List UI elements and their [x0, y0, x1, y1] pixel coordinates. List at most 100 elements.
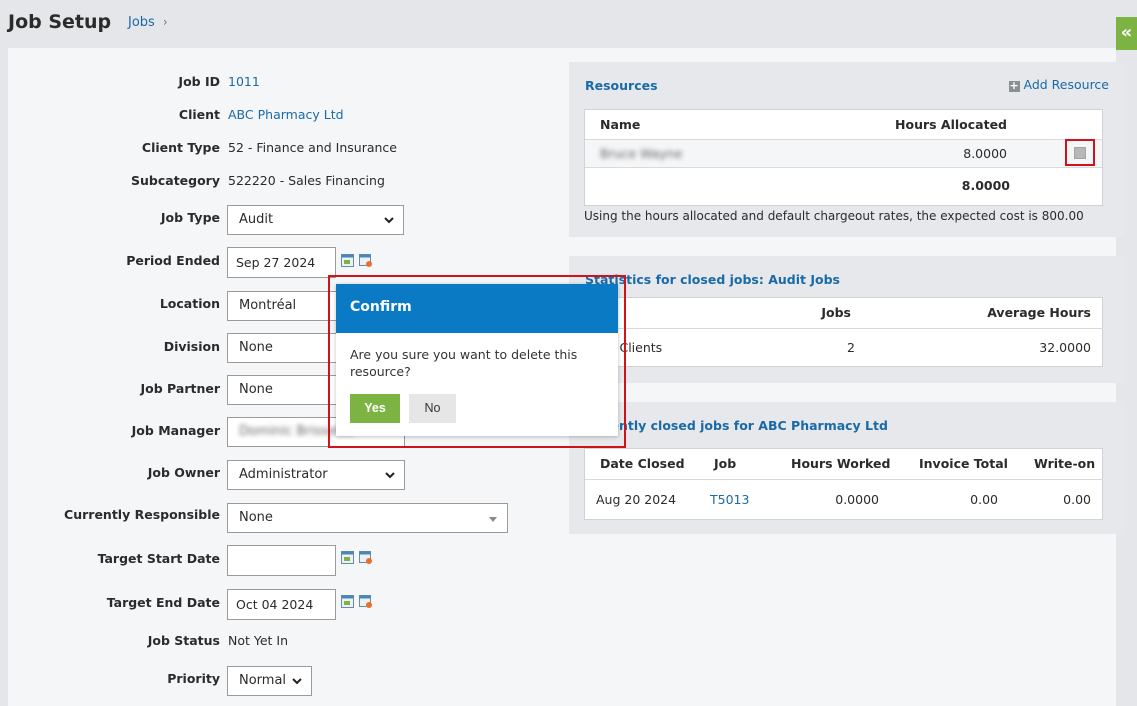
recent-hours-worked: 0.0000: [835, 492, 879, 507]
stats-avg-hours: 32.0000: [1039, 340, 1091, 355]
job-owner-select[interactable]: Administrator: [227, 460, 405, 490]
priority-value: Normal: [239, 673, 287, 688]
recent-invoice-total: 0.00: [970, 492, 998, 507]
priority-select[interactable]: Normal: [227, 666, 312, 696]
division-value: None: [239, 340, 273, 355]
col-name-header: Name: [600, 117, 641, 132]
period-ended-label: Period Ended: [126, 253, 220, 268]
target-end-input[interactable]: Oct 04 2024: [227, 589, 336, 620]
statistics-table: Jobs Average Hours All Clients 2 32.0000: [584, 297, 1103, 367]
col-date-closed-header: Date Closed: [600, 456, 685, 471]
delete-resource-highlight: [1065, 139, 1095, 166]
recent-jobs-table: Date Closed Job Hours Worked Invoice Tot…: [584, 448, 1103, 520]
add-resource-label: Add Resource: [1023, 77, 1110, 92]
client-label: Client: [178, 107, 220, 122]
currently-responsible-label: Currently Responsible: [64, 507, 220, 522]
job-type-label: Job Type: [160, 210, 220, 225]
period-ended-input[interactable]: Sep 27 2024: [227, 247, 336, 278]
target-start-label: Target Start Date: [97, 551, 220, 566]
job-partner-label: Job Partner: [140, 381, 220, 396]
chevron-down-icon: [385, 472, 395, 479]
recent-job-link[interactable]: T5013: [710, 492, 749, 507]
top-bar: Job Setup Jobs ›: [0, 0, 1137, 48]
statistics-panel: Statistics for closed jobs: Audit Jobs J…: [569, 256, 1124, 383]
location-value: Montréal: [239, 298, 297, 313]
job-status-label: Job Status: [147, 633, 220, 648]
breadcrumb-jobs-link[interactable]: Jobs: [128, 15, 155, 30]
chevron-down-icon: [384, 217, 394, 224]
job-status-row: Job Status Not Yet In: [8, 633, 548, 663]
client-type-label: Client Type: [141, 140, 220, 155]
chevron-down-icon: [292, 678, 302, 685]
col-avg-header: Average Hours: [987, 305, 1091, 320]
page-title: Job Setup: [8, 11, 112, 33]
location-select[interactable]: Montréal: [227, 291, 337, 321]
calendar-icon[interactable]: [341, 254, 354, 267]
expected-cost-note: Using the hours allocated and default ch…: [584, 209, 1084, 223]
client-type-row: Client Type 52 - Finance and Insurance: [8, 140, 548, 170]
col-hours-worked-header: Hours Worked: [791, 456, 891, 471]
resources-panel: Resources + Add Resource Name Hours Allo…: [569, 62, 1124, 237]
breadcrumb[interactable]: Jobs ›: [128, 15, 168, 30]
division-label: Division: [163, 339, 220, 354]
col-invoice-total-header: Invoice Total: [919, 456, 1008, 471]
job-type-select[interactable]: Audit: [227, 205, 404, 235]
job-status-value: Not Yet In: [228, 633, 289, 648]
resources-table: Name Hours Allocated Bruce Wayne 8.0000 …: [584, 109, 1103, 206]
double-chevron-left-icon: «: [1120, 22, 1133, 43]
col-jobs-header: Jobs: [821, 305, 851, 320]
client-type-value: 52 - Finance and Insurance: [228, 140, 397, 155]
calendar-clear-icon[interactable]: [359, 551, 372, 564]
priority-label: Priority: [167, 671, 220, 686]
no-button[interactable]: No: [409, 394, 456, 423]
recent-date-closed: Aug 20 2024: [596, 492, 677, 507]
chevron-right-icon: ›: [162, 15, 168, 29]
plus-icon: +: [1008, 79, 1020, 92]
calendar-clear-icon[interactable]: [359, 595, 372, 608]
currently-responsible-value: None: [239, 510, 273, 525]
add-resource-button[interactable]: + Add Resource: [1008, 77, 1110, 92]
job-owner-label: Job Owner: [147, 465, 220, 480]
subcategory-label: Subcategory: [131, 173, 220, 188]
job-manager-label: Job Manager: [131, 423, 220, 438]
target-start-input[interactable]: [227, 545, 336, 576]
job-id-value[interactable]: 1011: [228, 74, 260, 89]
calendar-icon[interactable]: [341, 595, 354, 608]
job-partner-value: None: [239, 382, 273, 397]
client-link[interactable]: ABC Pharmacy Ltd: [228, 107, 344, 122]
dialog-message: Are you sure you want to delete this res…: [350, 347, 578, 379]
caret-down-icon: [489, 517, 497, 522]
job-id-label: Job ID: [178, 74, 220, 89]
calendar-icon[interactable]: [341, 551, 354, 564]
job-owner-value: Administrator: [239, 467, 328, 482]
currently-responsible-select[interactable]: None: [227, 503, 508, 533]
col-write-on-header: Write-on: [1034, 456, 1096, 471]
stats-jobs: 2: [847, 340, 855, 355]
table-row: Bruce Wayne 8.0000: [585, 140, 1102, 167]
recent-jobs-title: Recently closed jobs for ABC Pharmacy Lt…: [585, 418, 888, 433]
job-partner-select[interactable]: None: [227, 375, 337, 405]
dialog-title: Confirm: [336, 284, 618, 333]
recent-jobs-panel: Recently closed jobs for ABC Pharmacy Lt…: [569, 402, 1124, 534]
header-divider: [585, 328, 1102, 329]
target-end-label: Target End Date: [106, 595, 220, 610]
resource-hours: 8.0000: [963, 146, 1007, 161]
job-id-row: Job ID 1011: [8, 74, 548, 104]
client-row: Client ABC Pharmacy Ltd: [8, 107, 548, 137]
calendar-clear-icon[interactable]: [359, 254, 372, 267]
resources-total: 8.0000: [961, 178, 1010, 193]
division-select[interactable]: None: [227, 333, 337, 363]
row-divider: [585, 167, 1102, 168]
job-type-value: Audit: [239, 212, 274, 227]
resource-name: Bruce Wayne: [600, 146, 683, 161]
location-label: Location: [159, 296, 220, 311]
subcategory-row: Subcategory 522220 - Sales Financing: [8, 173, 548, 203]
recent-write-on: 0.00: [1063, 492, 1091, 507]
col-hours-header: Hours Allocated: [895, 117, 1007, 132]
confirm-dialog: Confirm Are you sure you want to delete …: [336, 284, 618, 436]
collapse-panel-button[interactable]: «: [1116, 17, 1137, 50]
header-divider: [585, 479, 1102, 480]
yes-button[interactable]: Yes: [350, 394, 400, 423]
subcategory-value: 522220 - Sales Financing: [228, 173, 385, 188]
resources-title: Resources: [585, 78, 658, 93]
